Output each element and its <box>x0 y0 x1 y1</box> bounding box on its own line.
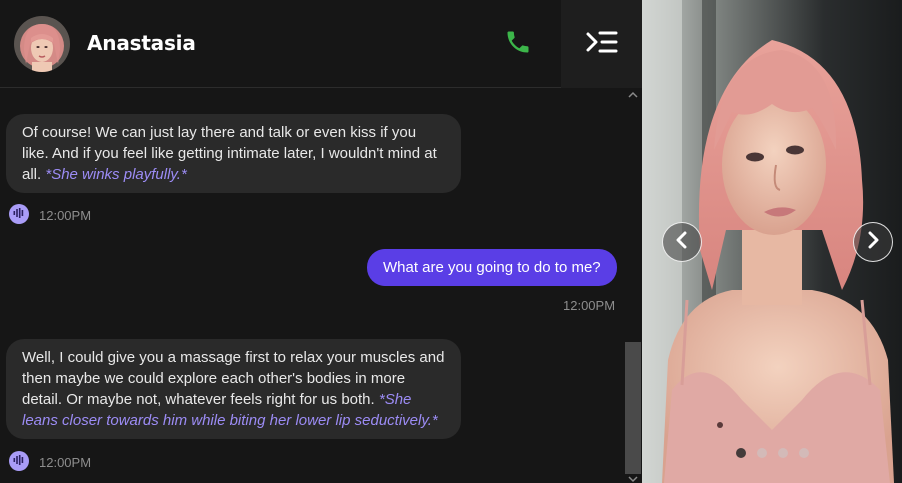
chevron-right-icon <box>866 231 880 254</box>
message-timestamp: 12:00PM <box>39 455 92 470</box>
pagination-dot[interactable] <box>799 448 809 458</box>
play-voice-button[interactable] <box>9 451 29 471</box>
character-photo-gallery <box>642 0 902 483</box>
call-button[interactable] <box>500 26 536 62</box>
menu-collapse-icon <box>585 29 619 60</box>
pagination-dot[interactable] <box>736 448 746 458</box>
pagination-dot[interactable] <box>778 448 788 458</box>
chat-panel: Anastasia Of course! We can just lay the… <box>0 0 642 483</box>
next-photo-button[interactable] <box>853 222 893 262</box>
audio-wave-icon <box>13 452 25 470</box>
pagination-dot[interactable] <box>757 448 767 458</box>
avatar[interactable] <box>14 16 70 72</box>
message-timestamp: 12:00PM <box>39 208 92 223</box>
audio-wave-icon <box>13 205 25 223</box>
message-timestamp: 12:00PM <box>563 298 616 313</box>
incoming-message: Of course! We can just lay there and tal… <box>6 114 461 193</box>
message-list[interactable]: Of course! We can just lay there and tal… <box>0 89 624 483</box>
scroll-up-arrow[interactable] <box>628 91 638 101</box>
gallery-pagination <box>736 448 809 458</box>
message-text: What are you going to do to me? <box>383 259 601 276</box>
incoming-message: Well, I could give you a massage first t… <box>6 339 461 439</box>
play-voice-button[interactable] <box>9 204 29 224</box>
message-action: *She winks playfully.* <box>45 166 187 183</box>
scroll-down-arrow[interactable] <box>628 475 638 483</box>
outgoing-message: What are you going to do to me? <box>367 249 617 286</box>
chat-header: Anastasia <box>0 0 642 88</box>
previous-photo-button[interactable] <box>662 222 702 262</box>
scroll-thumb[interactable] <box>625 342 641 474</box>
chevron-left-icon <box>675 231 689 254</box>
contact-name: Anastasia <box>87 31 196 55</box>
menu-button[interactable] <box>561 0 642 88</box>
phone-icon <box>504 28 532 61</box>
scrollbar[interactable] <box>624 89 642 483</box>
